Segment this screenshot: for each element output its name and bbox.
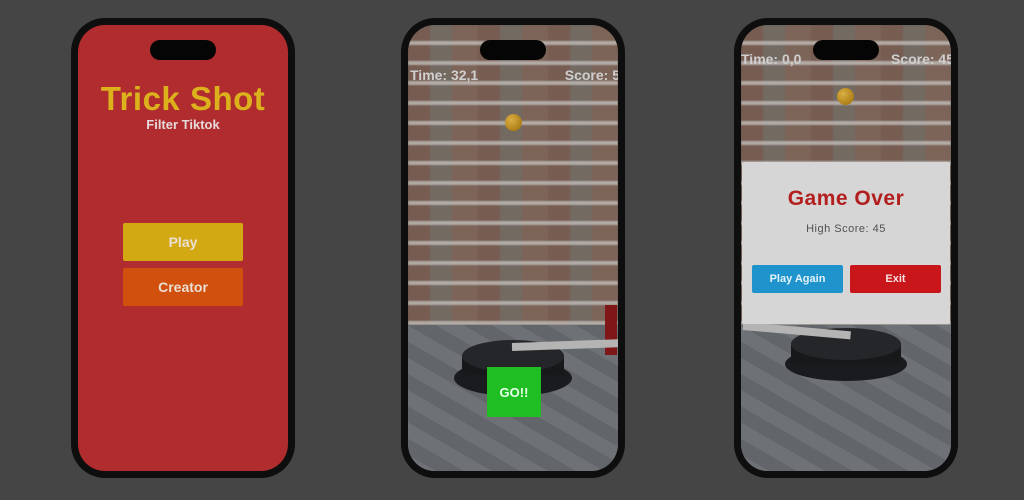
play-again-button[interactable]: Play Again bbox=[752, 265, 843, 293]
time-display: Time: 0,0 bbox=[741, 51, 802, 67]
play-button[interactable]: Play bbox=[123, 223, 243, 261]
time-display: Time: 32,1 bbox=[410, 67, 479, 83]
phone-game-over: Time: 0,0 Score: 45 Game Over High Score… bbox=[734, 18, 958, 478]
phone-notch bbox=[813, 40, 879, 60]
game-over-title: Game Over bbox=[787, 187, 905, 210]
game-subtitle: Filter Tiktok bbox=[146, 117, 220, 132]
score-display: Score: 45 bbox=[890, 51, 951, 67]
menu-screen: Trick Shot Filter Tiktok Play Creator bbox=[78, 25, 288, 471]
score-display: Score: 5 bbox=[564, 67, 618, 83]
phone-gameplay: Time: 32,1 Score: 5 GO!! bbox=[401, 18, 625, 478]
go-button[interactable]: GO!! bbox=[487, 367, 541, 417]
game-over-panel: Game Over High Score: 45 Play Again Exit bbox=[742, 162, 950, 324]
phone-notch bbox=[480, 40, 546, 60]
game-over-screen: Time: 0,0 Score: 45 Game Over High Score… bbox=[741, 25, 951, 471]
phone-menu: Trick Shot Filter Tiktok Play Creator bbox=[71, 18, 295, 478]
gameplay-screen: Time: 32,1 Score: 5 GO!! bbox=[408, 25, 618, 471]
game-title: Trick Shot bbox=[100, 80, 266, 117]
creator-button[interactable]: Creator bbox=[123, 268, 243, 306]
phone-notch bbox=[150, 40, 216, 60]
high-score-text: High Score: 45 bbox=[806, 223, 886, 235]
ball bbox=[837, 88, 854, 105]
exit-button[interactable]: Exit bbox=[850, 265, 941, 293]
ball bbox=[505, 114, 522, 131]
